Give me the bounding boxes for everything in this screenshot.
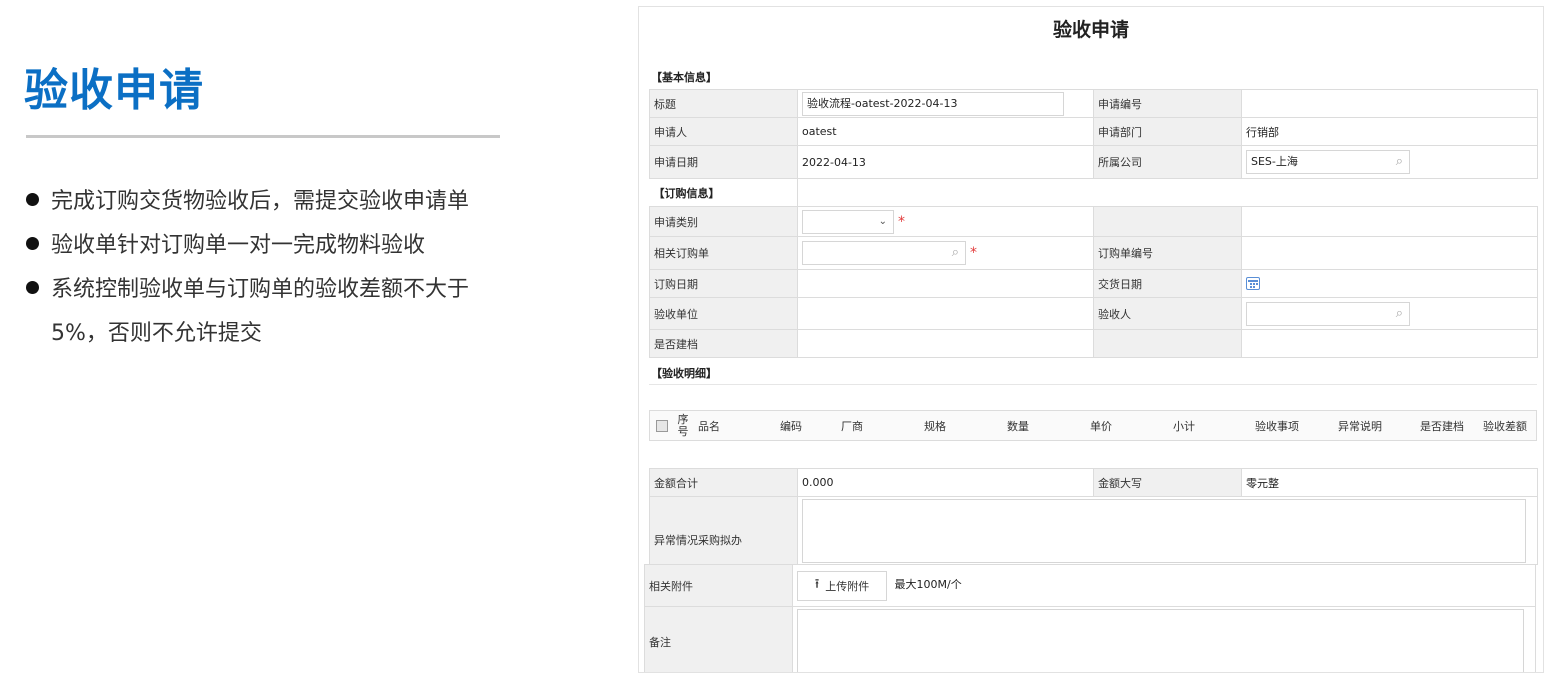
order-info-table: 【订购信息】 申请类别 ⌄ * 相关订购单 ⌕ * 订购单编号 订购日期 交货日… — [649, 178, 1539, 358]
upper-amount-value: 零元整 — [1241, 468, 1538, 497]
delivery-date-cell — [1240, 269, 1539, 298]
column-header: 验收事项 — [1255, 419, 1299, 433]
apply-no-label: 申请编号 — [1093, 89, 1242, 118]
column-header: 厂商 — [841, 419, 863, 433]
required-mark: * — [970, 245, 977, 261]
required-mark: * — [898, 213, 905, 230]
divider — [649, 384, 1537, 385]
column-header: 单价 — [1090, 419, 1112, 433]
related-order-label: 相关订购单 — [649, 236, 798, 270]
search-icon[interactable]: ⌕ — [952, 242, 959, 264]
exception-label: 异常情况采购拟办 — [649, 496, 798, 565]
title-input[interactable]: 验收流程-oatest-2022-04-13 — [802, 91, 1064, 116]
category-cell: ⌄ * — [797, 206, 1094, 237]
apply-date-value: 2022-04-13 — [797, 145, 1094, 179]
accept-unit-value — [797, 297, 1094, 330]
totals-table: 金额合计 0.000 金额大写 零元整 异常情况采购拟办 — [649, 468, 1538, 565]
upload-icon: ⭱ — [814, 576, 820, 592]
archived-label: 是否建档 — [649, 329, 798, 358]
attachment-table: 相关附件 ⭱ 上传附件 最大100M/个 备注 — [644, 564, 1536, 672]
column-header: 规格 — [924, 419, 946, 433]
empty-value — [1240, 206, 1539, 237]
category-select[interactable]: ⌄ — [802, 209, 894, 234]
related-order-cell: ⌕ * — [797, 236, 1094, 270]
upload-button-label: 上传附件 — [825, 579, 870, 593]
slide-title: 验收申请 — [24, 65, 204, 116]
upload-hint: 最大100M/个 — [894, 577, 962, 591]
bullet-item: 系统控制验收单与订购单的验收差额不大于5%，否则不允许提交 — [24, 268, 524, 356]
bullet-text: 系统控制验收单与订购单的验收差额不大于5%，否则不允许提交 — [51, 277, 470, 346]
column-header: 异常说明 — [1338, 419, 1382, 433]
title-label: 标题 — [649, 89, 798, 118]
bullet-text: 验收单针对订购单一对一完成物料验收 — [51, 233, 426, 258]
section-detail: 【验收明细】 — [651, 367, 717, 380]
acceptor-input[interactable]: ⌕ — [1246, 301, 1410, 326]
empty-label — [1093, 329, 1242, 358]
column-header: 编码 — [780, 419, 802, 433]
empty-value — [1240, 329, 1539, 358]
order-section-spacer — [796, 178, 1538, 207]
column-header: 数量 — [1007, 419, 1029, 433]
category-label: 申请类别 — [649, 206, 798, 237]
sum-value: 0.000 — [797, 468, 1094, 497]
remark-textarea[interactable] — [797, 608, 1524, 672]
bullet-dot — [26, 237, 39, 250]
order-no-label: 订购单编号 — [1093, 236, 1242, 270]
slide-bullet-list: 完成订购交货物验收后，需提交验收申请单 验收单针对订购单一对一完成物料验收 系统… — [24, 180, 524, 356]
detail-table-header: 序号 品名 编码 厂商 规格 数量 单价 小计 验收事项 异常说明 是否建档 验… — [649, 410, 1537, 441]
company-cell: SES-上海 ⌕ — [1241, 145, 1538, 179]
title-cell: 验收流程-oatest-2022-04-13 — [797, 89, 1094, 118]
applicant-value[interactable]: oatest — [797, 117, 1094, 146]
column-header: 品名 — [698, 419, 720, 433]
attachment-label: 相关附件 — [644, 564, 793, 607]
exception-textarea[interactable] — [802, 498, 1526, 563]
attachment-cell: ⭱ 上传附件 最大100M/个 — [792, 564, 1536, 607]
acceptance-form: 验收申请 【基本信息】 标题 验收流程-oatest-2022-04-13 申请… — [638, 6, 1544, 673]
exception-cell — [797, 496, 1538, 565]
company-label: 所属公司 — [1093, 145, 1242, 179]
form-title: 验收申请 — [1052, 19, 1129, 41]
order-no-value — [1240, 236, 1539, 270]
section-order-info: 【订购信息】 — [649, 178, 798, 207]
slide-divider — [26, 135, 500, 138]
calendar-icon[interactable] — [1246, 277, 1260, 291]
applicant-label: 申请人 — [649, 117, 798, 146]
accept-unit-label: 验收单位 — [649, 297, 798, 330]
column-header: 序号 — [677, 412, 689, 438]
related-order-input[interactable]: ⌕ — [802, 241, 966, 265]
order-date-label: 订购日期 — [649, 269, 798, 298]
acceptor-cell: ⌕ — [1240, 297, 1539, 330]
bullet-item: 验收单针对订购单一对一完成物料验收 — [24, 224, 524, 268]
search-icon[interactable]: ⌕ — [1396, 151, 1403, 173]
bullet-item: 完成订购交货物验收后，需提交验收申请单 — [24, 180, 524, 224]
dept-label: 申请部门 — [1093, 117, 1242, 146]
upload-button[interactable]: ⭱ 上传附件 — [797, 570, 887, 601]
column-header: 小计 — [1173, 419, 1195, 433]
bullet-dot — [26, 281, 39, 294]
column-header: 验收差额 — [1483, 419, 1527, 433]
dept-value[interactable]: 行销部 — [1241, 117, 1538, 146]
company-value: SES-上海 — [1251, 155, 1298, 168]
bullet-dot — [26, 193, 39, 206]
empty-label — [1093, 206, 1242, 237]
chevron-down-icon: ⌄ — [878, 215, 887, 227]
acceptor-label: 验收人 — [1093, 297, 1242, 330]
archived-value — [797, 329, 1094, 358]
bullet-text: 完成订购交货物验收后，需提交验收申请单 — [51, 189, 470, 214]
section-basic-info: 【基本信息】 — [651, 71, 717, 84]
order-date-value — [797, 269, 1094, 298]
apply-no-value — [1241, 89, 1538, 118]
select-all-checkbox[interactable] — [656, 419, 668, 432]
remark-label: 备注 — [644, 606, 793, 672]
column-header: 是否建档 — [1420, 419, 1464, 433]
sum-label: 金额合计 — [649, 468, 798, 497]
upper-amount-label: 金额大写 — [1093, 468, 1242, 497]
delivery-date-label: 交货日期 — [1093, 269, 1242, 298]
basic-info-table: 标题 验收流程-oatest-2022-04-13 申请编号 申请人 oates… — [649, 89, 1538, 179]
remark-cell — [792, 606, 1536, 672]
search-icon[interactable]: ⌕ — [1396, 303, 1403, 325]
company-input[interactable]: SES-上海 ⌕ — [1246, 150, 1410, 174]
apply-date-label: 申请日期 — [649, 145, 798, 179]
